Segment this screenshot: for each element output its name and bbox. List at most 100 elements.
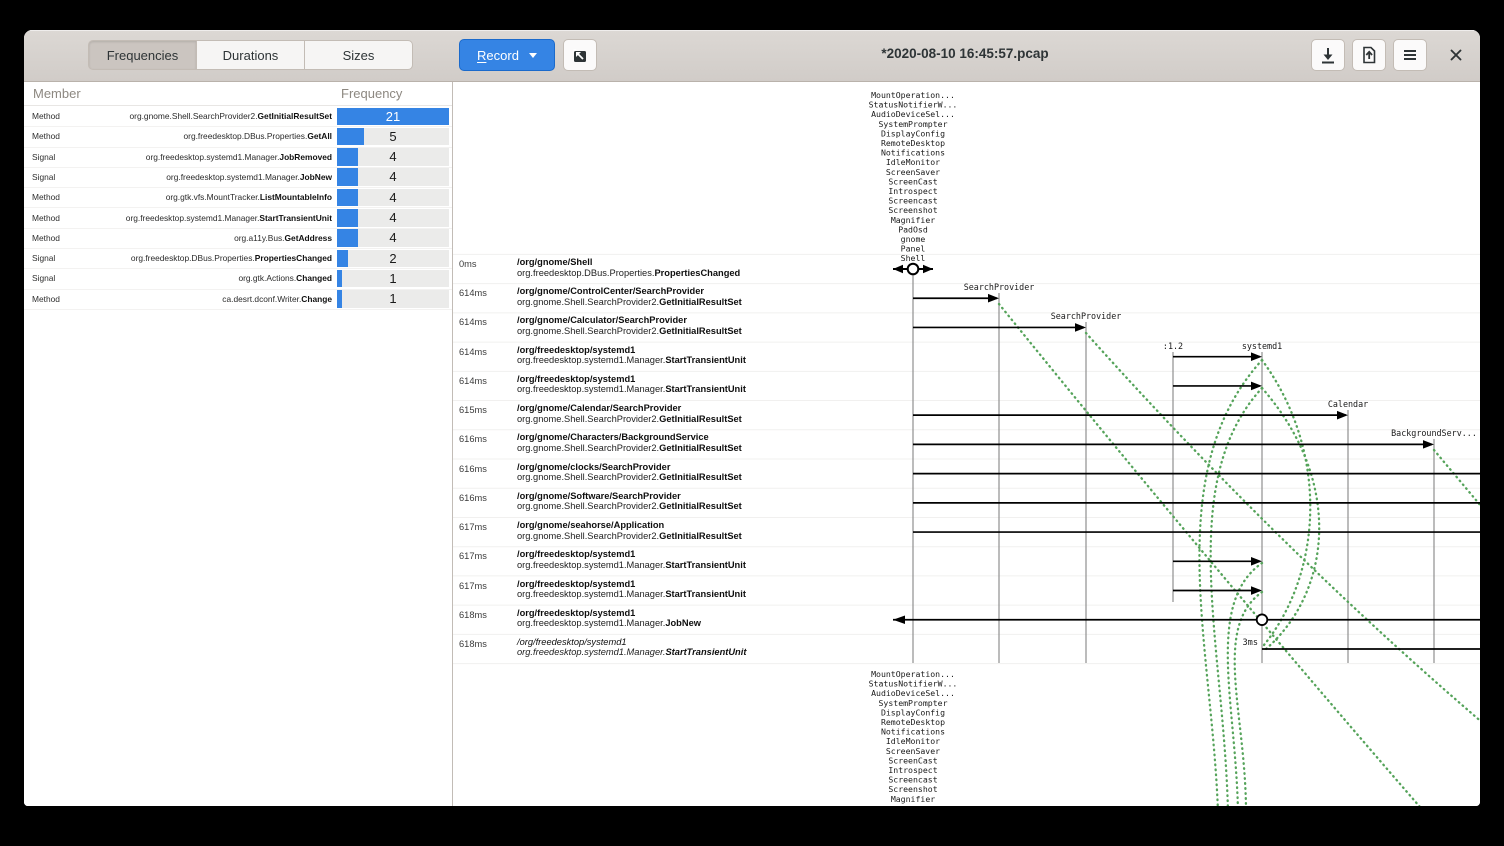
tab-sizes[interactable]: Sizes bbox=[304, 40, 413, 70]
table-row[interactable]: Methodorg.a11y.Bus.GetAddress4 bbox=[24, 228, 452, 249]
message-row[interactable]: 616ms/org/gnome/Characters/BackgroundSer… bbox=[453, 432, 903, 458]
table-row[interactable]: Signal org.freedesktop.systemd1.Manager.J… bbox=[24, 167, 452, 188]
duration-label: 3ms bbox=[1242, 638, 1258, 648]
message-path: /org/gnome/Shell bbox=[517, 257, 592, 267]
frequency-value: 4 bbox=[337, 169, 449, 184]
lifeline-label: SearchProvider bbox=[964, 282, 1035, 292]
pending-reply-curve bbox=[1262, 360, 1310, 645]
tab-frequencies[interactable]: Frequencies bbox=[88, 40, 197, 70]
arrowhead bbox=[1251, 352, 1262, 361]
message-row[interactable]: 616ms/org/gnome/clocks/SearchProviderorg… bbox=[453, 462, 903, 488]
pending-reply-curve bbox=[1228, 563, 1262, 806]
message-member: org.gnome.Shell.SearchProvider2.GetIniti… bbox=[517, 326, 742, 336]
message-row[interactable]: 617ms/org/freedesktop/systemd1org.freede… bbox=[453, 579, 903, 605]
message-row[interactable]: 614ms/org/freedesktop/systemd1org.freede… bbox=[453, 374, 903, 400]
message-path: /org/gnome/Calendar/SearchProvider bbox=[517, 403, 681, 413]
message-row[interactable]: 616ms/org/gnome/Software/SearchProvidero… bbox=[453, 491, 903, 517]
frequency-bar: 5 bbox=[337, 128, 449, 146]
message-member: org.gnome.Shell.SearchProvider2.GetIniti… bbox=[517, 531, 742, 541]
member-name: org.freedesktop.systemd1.Manager.JobNew bbox=[80, 172, 332, 182]
pending-reply-curve bbox=[1199, 360, 1262, 806]
export-button[interactable] bbox=[563, 39, 597, 71]
table-row[interactable]: Methodorg.freedesktop.systemd1.Manager.S… bbox=[24, 208, 452, 229]
message-path: /org/freedesktop/systemd1 bbox=[517, 637, 627, 647]
member-name: org.gnome.Shell.SearchProvider2.GetIniti… bbox=[80, 111, 332, 121]
service-stack-label: AudioDeviceSel... bbox=[871, 688, 955, 698]
table-row[interactable]: Methodorg.gtk.vfs.MountTracker.ListMount… bbox=[24, 187, 452, 208]
table-row[interactable]: Method org.gnome.Shell.SearchProvider2.Ge… bbox=[24, 106, 452, 127]
save-as-button[interactable] bbox=[1352, 39, 1386, 71]
message-row[interactable]: 614ms/org/freedesktop/systemd1org.freede… bbox=[453, 345, 903, 371]
frequency-value: 21 bbox=[337, 109, 449, 124]
table-row[interactable]: Signalorg.gtk.Actions.Changed1 bbox=[24, 268, 452, 289]
message-row[interactable]: 618ms/org/freedesktop/systemd1org.freede… bbox=[453, 608, 903, 634]
message-path: /org/gnome/Calculator/SearchProvider bbox=[517, 315, 687, 325]
message-path: /org/gnome/clocks/SearchProvider bbox=[517, 462, 670, 472]
menu-button[interactable] bbox=[1393, 39, 1427, 71]
arrowhead bbox=[1251, 557, 1262, 566]
message-path: /org/freedesktop/systemd1 bbox=[517, 579, 635, 589]
frequency-value: 4 bbox=[337, 210, 449, 225]
message-row[interactable]: 615ms/org/gnome/Calendar/SearchProvidero… bbox=[453, 403, 903, 429]
service-stack-label: Screenshot bbox=[888, 784, 937, 794]
lifeline-label: BackgroundServ... bbox=[1391, 428, 1477, 438]
member-kind: Signal bbox=[32, 172, 55, 182]
member-name: ca.desrt.dconf.Writer.Change bbox=[80, 294, 332, 304]
service-stack-label: Notifications bbox=[881, 148, 945, 158]
column-header-member[interactable]: Member bbox=[33, 86, 81, 101]
column-header-frequency[interactable]: Frequency bbox=[341, 86, 402, 101]
frequency-value: 1 bbox=[337, 291, 449, 306]
message-time: 614ms bbox=[459, 376, 487, 386]
message-row[interactable]: 614ms/org/gnome/Calculator/SearchProvide… bbox=[453, 315, 903, 341]
frequency-bar: 1 bbox=[337, 270, 449, 288]
arrowhead bbox=[1423, 440, 1434, 449]
frequencies-panel: Member Frequency Method org.gnome.Shell.S… bbox=[24, 82, 452, 806]
message-row[interactable]: 614ms/org/gnome/ControlCenter/SearchProv… bbox=[453, 286, 903, 312]
message-time: 617ms bbox=[459, 551, 487, 561]
close-button[interactable] bbox=[1442, 39, 1470, 71]
bustle-window: FrequenciesDurationsSizes Record *2020-0… bbox=[24, 30, 1480, 806]
arrowhead bbox=[1337, 411, 1348, 420]
message-path: /org/freedesktop/systemd1 bbox=[517, 608, 635, 618]
lifeline-label: Calendar bbox=[1328, 399, 1368, 409]
message-row[interactable]: 617ms/org/gnome/seahorse/Applicationorg.… bbox=[453, 520, 903, 546]
table-row[interactable]: Signalorg.freedesktop.DBus.Properties.Pr… bbox=[24, 248, 452, 269]
arrowhead bbox=[1251, 586, 1262, 595]
message-time: 616ms bbox=[459, 464, 487, 474]
tab-durations[interactable]: Durations bbox=[196, 40, 305, 70]
save-button[interactable] bbox=[1311, 39, 1345, 71]
frequency-value: 5 bbox=[337, 129, 449, 144]
signal-emit-circle bbox=[1257, 614, 1268, 625]
member-kind: Method bbox=[32, 111, 60, 121]
message-row[interactable]: 617ms/org/freedesktop/systemd1org.freede… bbox=[453, 549, 903, 575]
arrowhead bbox=[1075, 323, 1086, 332]
lifeline-label: systemd1 bbox=[1242, 341, 1282, 351]
message-time: 614ms bbox=[459, 347, 487, 357]
record-button[interactable]: Record bbox=[459, 39, 555, 71]
member-name: org.freedesktop.DBus.Properties.GetAll bbox=[80, 131, 332, 141]
service-stack-label: Screencast bbox=[888, 196, 937, 206]
service-stack-label: Introspect bbox=[888, 186, 937, 196]
message-path: /org/gnome/Software/SearchProvider bbox=[517, 491, 681, 501]
frequency-bar: 21 bbox=[337, 108, 449, 126]
table-row[interactable]: Signalorg.freedesktop.systemd1.Manager.J… bbox=[24, 147, 452, 168]
service-stack-label: ScreenCast bbox=[888, 755, 937, 765]
message-row[interactable]: 618ms/org/freedesktop/systemd1org.freede… bbox=[453, 637, 903, 663]
service-stack-label: DisplayConfig bbox=[881, 128, 945, 138]
view-switcher: FrequenciesDurationsSizes bbox=[88, 40, 413, 70]
pending-reply-curve bbox=[1086, 333, 1480, 746]
message-time: 0ms bbox=[459, 259, 477, 269]
service-stack-label: ScreenSaver bbox=[886, 746, 940, 756]
message-time: 617ms bbox=[459, 581, 487, 591]
table-row[interactable]: Methodorg.freedesktop.DBus.Properties.Ge… bbox=[24, 126, 452, 147]
lifeline-label: SearchProvider bbox=[1051, 311, 1122, 321]
message-member: org.gnome.Shell.SearchProvider2.GetIniti… bbox=[517, 501, 742, 511]
message-time: 616ms bbox=[459, 434, 487, 444]
message-path: /org/gnome/Characters/BackgroundService bbox=[517, 432, 709, 442]
table-row[interactable]: Methodca.desrt.dconf.Writer.Change1 bbox=[24, 289, 452, 310]
menu-icon bbox=[1399, 44, 1421, 66]
service-stack-label: Shell bbox=[901, 253, 926, 263]
member-kind: Signal bbox=[32, 152, 55, 162]
frequency-bar: 4 bbox=[337, 229, 449, 247]
message-row[interactable]: 0ms/org/gnome/Shellorg.freedesktop.DBus.… bbox=[453, 257, 903, 283]
